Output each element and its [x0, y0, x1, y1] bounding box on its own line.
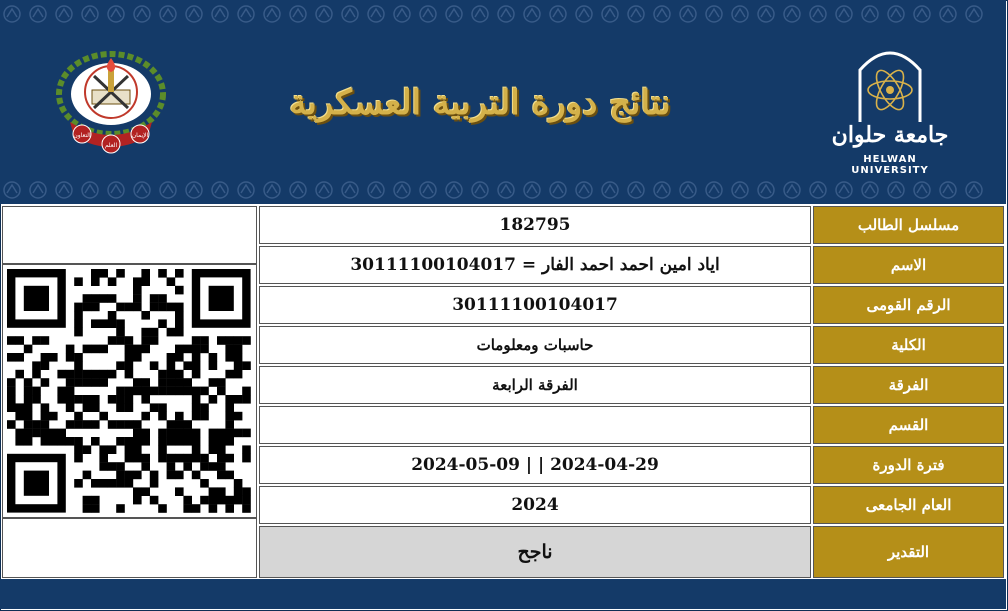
- atom-icon: [858, 51, 922, 122]
- helwan-university-logo: جامعة حلوان HELWAN UNIVERSITY: [826, 40, 954, 176]
- national-id-value: 30111100104017: [259, 286, 811, 324]
- qr-code-icon: [7, 269, 251, 513]
- course-period-label: فترة الدورة: [813, 446, 1004, 484]
- military-education-emblem: الإيمان العلم التعاون: [56, 51, 166, 154]
- header-banner: نتائج دورة التربية العسكرية الإيمان العل…: [0, 0, 1006, 204]
- student-serial-label: مسلسل الطالب: [813, 206, 1004, 244]
- student-name-label: الاسم: [813, 246, 1004, 284]
- qr-top-spacer: [2, 206, 257, 264]
- emblem-word-3: التعاون: [73, 132, 91, 139]
- course-period-value: 2024-04-29 | | 2024-05-09: [259, 446, 811, 484]
- university-name-arabic: جامعة حلوان: [831, 122, 949, 148]
- national-id-label: الرقم القومى: [813, 286, 1004, 324]
- department-value: [259, 406, 811, 444]
- faculty-label: الكلية: [813, 326, 1004, 364]
- grade-label: التقدير: [813, 526, 1004, 578]
- university-name-english: HELWAN UNIVERSITY: [851, 154, 929, 176]
- qr-code: [2, 264, 257, 518]
- page-title: نتائج دورة التربية العسكرية: [289, 83, 671, 123]
- level-value: الفرقة الرابعة: [259, 366, 811, 404]
- level-label: الفرقة: [813, 366, 1004, 404]
- emblem-word-2: العلم: [105, 142, 118, 149]
- grade-value: ناجح: [259, 526, 811, 578]
- academic-year-label: العام الجامعى: [813, 486, 1004, 524]
- academic-year-value: 2024: [259, 486, 811, 524]
- faculty-value: حاسبات ومعلومات: [259, 326, 811, 364]
- qr-bottom-spacer: [2, 518, 257, 578]
- footer-band: [0, 579, 1006, 609]
- student-serial-value: 182795: [259, 206, 811, 244]
- student-name-value: اياد امين احمد احمد الفار = 301111001040…: [259, 246, 811, 284]
- department-label: القسم: [813, 406, 1004, 444]
- emblem-word-1: الإيمان: [132, 132, 149, 139]
